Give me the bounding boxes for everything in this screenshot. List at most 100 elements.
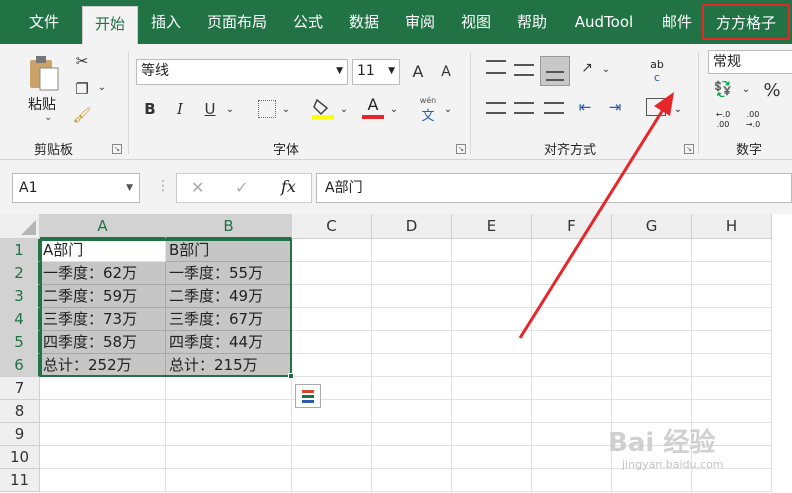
cell-e2[interactable] bbox=[452, 262, 532, 285]
cell-e10[interactable] bbox=[452, 446, 532, 469]
cell-e6[interactable] bbox=[452, 354, 532, 377]
merge-center-icon[interactable] bbox=[646, 98, 666, 116]
number-format-dropdown[interactable]: 常规 bbox=[708, 50, 792, 74]
row-header-10[interactable]: 10 bbox=[0, 446, 40, 469]
fill-color-button[interactable] bbox=[312, 96, 334, 120]
cell-a10[interactable] bbox=[40, 446, 166, 469]
cell-b10[interactable] bbox=[166, 446, 292, 469]
cell-g8[interactable] bbox=[612, 400, 692, 423]
cell-b9[interactable] bbox=[166, 423, 292, 446]
tab-audtool[interactable]: AudTool bbox=[566, 0, 642, 44]
align-center-icon[interactable] bbox=[514, 102, 534, 114]
chevron-down-icon[interactable]: ⌄ bbox=[388, 104, 400, 115]
font-size-dropdown[interactable]: 11 ▼ bbox=[352, 59, 400, 85]
cell-g7[interactable] bbox=[612, 377, 692, 400]
cell-e7[interactable] bbox=[452, 377, 532, 400]
cell-d5[interactable] bbox=[372, 331, 452, 354]
underline-button[interactable]: U bbox=[200, 100, 220, 118]
cell-f10[interactable] bbox=[532, 446, 612, 469]
cell-a1[interactable]: A部门 bbox=[40, 239, 166, 262]
cell-d7[interactable] bbox=[372, 377, 452, 400]
cell-c2[interactable] bbox=[292, 262, 372, 285]
font-name-dropdown[interactable]: 等线 ▼ bbox=[136, 59, 348, 85]
copy-icon[interactable]: ❐ bbox=[72, 80, 92, 98]
cell-d11[interactable] bbox=[372, 469, 452, 492]
cell-e4[interactable] bbox=[452, 308, 532, 331]
font-color-button[interactable]: A bbox=[362, 96, 384, 120]
dialog-launcher-icon[interactable]: ↘ bbox=[112, 144, 122, 154]
cell-e8[interactable] bbox=[452, 400, 532, 423]
row-header-3[interactable]: 3 bbox=[0, 285, 40, 308]
tab-fangfangezi[interactable]: 方方格子 bbox=[702, 4, 790, 40]
row-header-5[interactable]: 5 bbox=[0, 331, 40, 354]
row-header-9[interactable]: 9 bbox=[0, 423, 40, 446]
chevron-down-icon[interactable]: ⌄ bbox=[224, 104, 236, 115]
fill-handle[interactable] bbox=[288, 373, 294, 379]
cell-g11[interactable] bbox=[612, 469, 692, 492]
row-header-8[interactable]: 8 bbox=[0, 400, 40, 423]
cell-h7[interactable] bbox=[692, 377, 772, 400]
cell-c9[interactable] bbox=[292, 423, 372, 446]
cell-b6[interactable]: 总计：215万 bbox=[166, 354, 292, 377]
cell-f6[interactable] bbox=[532, 354, 612, 377]
italic-button[interactable]: I bbox=[170, 100, 190, 118]
insert-function-icon[interactable]: fx bbox=[281, 177, 296, 196]
cell-h2[interactable] bbox=[692, 262, 772, 285]
cell-c4[interactable] bbox=[292, 308, 372, 331]
cell-b2[interactable]: 一季度：55万 bbox=[166, 262, 292, 285]
dialog-launcher-icon[interactable]: ↘ bbox=[684, 144, 694, 154]
cell-d1[interactable] bbox=[372, 239, 452, 262]
cell-d4[interactable] bbox=[372, 308, 452, 331]
column-header-a[interactable]: A bbox=[40, 214, 166, 239]
cell-e5[interactable] bbox=[452, 331, 532, 354]
chevron-down-icon[interactable]: ⌄ bbox=[672, 104, 684, 115]
tab-insert[interactable]: 插入 bbox=[142, 0, 190, 44]
tab-help[interactable]: 帮助 bbox=[508, 0, 556, 44]
select-all-corner[interactable] bbox=[0, 214, 40, 239]
cell-c11[interactable] bbox=[292, 469, 372, 492]
cut-icon[interactable]: ✂ bbox=[72, 52, 92, 70]
cell-f2[interactable] bbox=[532, 262, 612, 285]
tab-review[interactable]: 审阅 bbox=[396, 0, 444, 44]
cell-b3[interactable]: 二季度：49万 bbox=[166, 285, 292, 308]
cell-e9[interactable] bbox=[452, 423, 532, 446]
row-header-6[interactable]: 6 bbox=[0, 354, 40, 377]
tab-view[interactable]: 视图 bbox=[452, 0, 500, 44]
cell-a11[interactable] bbox=[40, 469, 166, 492]
align-right-icon[interactable] bbox=[544, 102, 564, 114]
chevron-down-icon[interactable]: ⌄ bbox=[280, 104, 292, 115]
cell-d3[interactable] bbox=[372, 285, 452, 308]
cell-d9[interactable] bbox=[372, 423, 452, 446]
cell-b1[interactable]: B部门 bbox=[166, 239, 292, 262]
increase-decimal-button[interactable]: ←.0 .00 bbox=[712, 110, 734, 130]
phonetic-guide-button[interactable]: wén 文 bbox=[416, 96, 440, 124]
cell-a4[interactable]: 三季度：73万 bbox=[40, 308, 166, 331]
formula-input[interactable]: A部门 bbox=[316, 173, 792, 203]
column-header-b[interactable]: B bbox=[166, 214, 292, 239]
cell-b5[interactable]: 四季度：44万 bbox=[166, 331, 292, 354]
orientation-icon[interactable]: ↗ bbox=[576, 60, 598, 76]
cell-f11[interactable] bbox=[532, 469, 612, 492]
borders-icon[interactable] bbox=[258, 100, 276, 118]
grow-font-icon[interactable]: A bbox=[408, 62, 428, 81]
tab-page-layout[interactable]: 页面布局 bbox=[198, 0, 276, 44]
cell-h3[interactable] bbox=[692, 285, 772, 308]
bold-button[interactable]: B bbox=[140, 100, 160, 118]
cell-f8[interactable] bbox=[532, 400, 612, 423]
tab-file[interactable]: 文件 bbox=[18, 0, 70, 44]
cell-g5[interactable] bbox=[612, 331, 692, 354]
align-top-icon[interactable] bbox=[486, 60, 506, 74]
column-header-g[interactable]: G bbox=[612, 214, 692, 239]
cell-f7[interactable] bbox=[532, 377, 612, 400]
decrease-decimal-button[interactable]: .00 →.0 bbox=[742, 110, 764, 130]
align-bottom-button[interactable] bbox=[540, 56, 570, 86]
cell-f9[interactable] bbox=[532, 423, 612, 446]
cell-h11[interactable] bbox=[692, 469, 772, 492]
shrink-font-icon[interactable]: A bbox=[436, 64, 456, 80]
cell-f3[interactable] bbox=[532, 285, 612, 308]
cell-a3[interactable]: 二季度：59万 bbox=[40, 285, 166, 308]
cancel-icon[interactable]: ✕ bbox=[191, 178, 204, 197]
cell-b8[interactable] bbox=[166, 400, 292, 423]
format-painter-icon[interactable]: 🖌 bbox=[72, 106, 92, 124]
cell-c6[interactable] bbox=[292, 354, 372, 377]
